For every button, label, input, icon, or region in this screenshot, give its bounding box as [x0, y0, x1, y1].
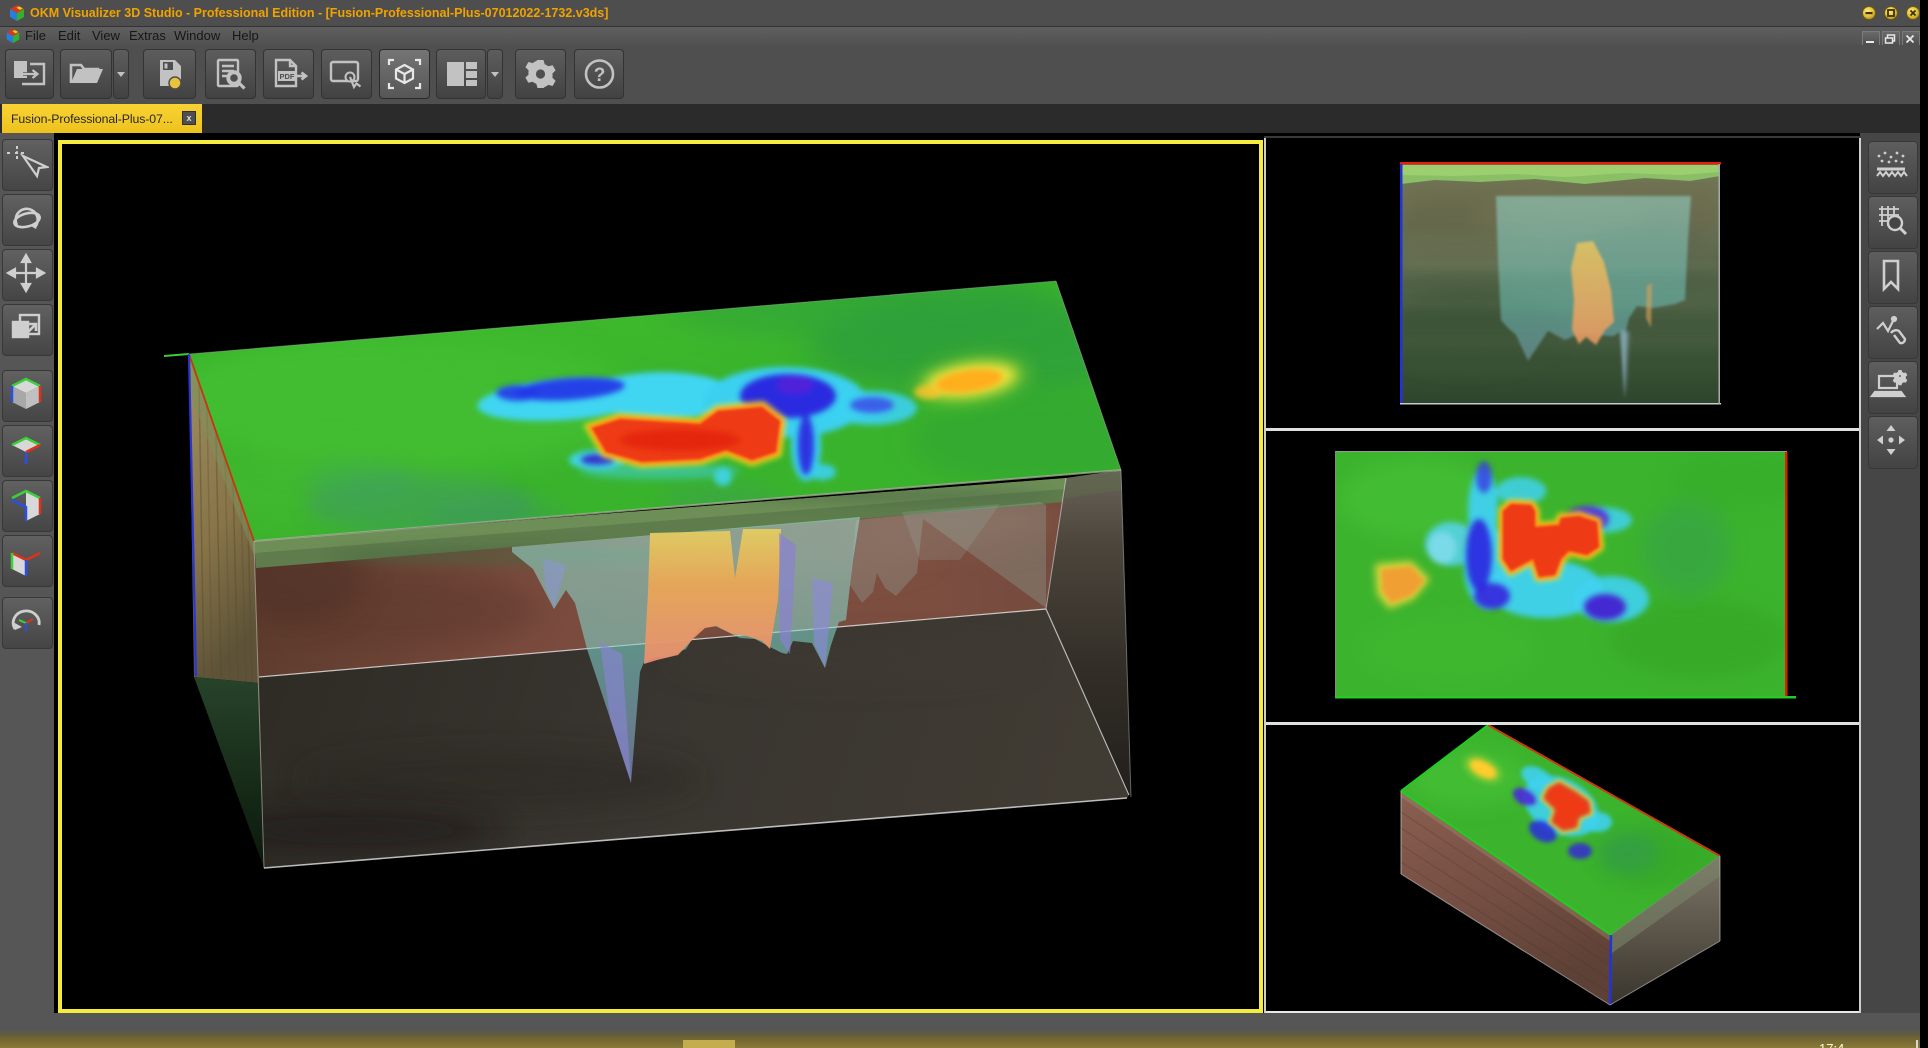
svg-text:?: ?	[594, 65, 606, 86]
svg-text:PDF: PDF	[280, 72, 295, 81]
